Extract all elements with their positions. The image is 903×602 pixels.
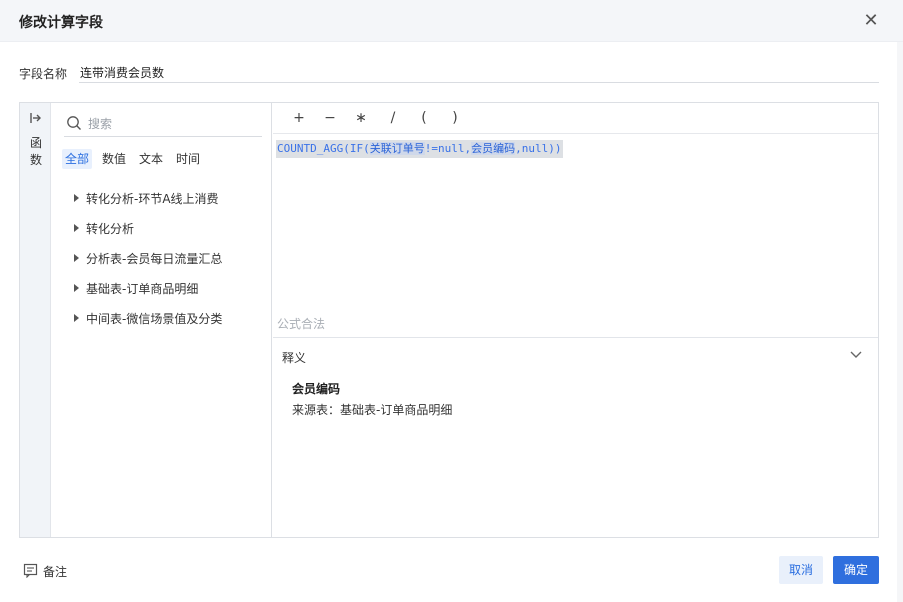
tree-item[interactable]: 转化分析: [52, 213, 272, 243]
formula-panel: 函数 全部 数值 文本 时间 转化分析-环节A线上消费 转化分析: [19, 102, 879, 538]
caret-right-icon[interactable]: [74, 194, 79, 202]
definition-section: 释义 会员编码 来源表：基础表-订单商品明细: [273, 337, 878, 537]
dialog-header: 修改计算字段 ✕: [0, 0, 903, 42]
formula-function-token: COUNTD_AGG(IF(: [277, 142, 370, 155]
cancel-button[interactable]: 取消: [779, 556, 823, 584]
definition-source: 来源表：基础表-订单商品明细: [292, 403, 453, 417]
search-box[interactable]: [64, 113, 262, 137]
plus-operator-button[interactable]: +: [289, 109, 309, 127]
formula-operator-token: !=null,: [424, 142, 472, 155]
formula-editor[interactable]: COUNTD_AGG(IF(关联订单号!=null,会员编码,null)): [273, 135, 878, 335]
tree-item[interactable]: 基础表-订单商品明细: [52, 273, 272, 303]
close-paren-button[interactable]: ): [445, 109, 465, 127]
divide-operator-button[interactable]: /: [383, 109, 403, 127]
definition-field-name: 会员编码: [292, 382, 341, 396]
tree-item[interactable]: 中间表-微信场景值及分类: [52, 303, 272, 333]
formula-editor-pane: + − ∗ / ( ) COUNTD_AGG(IF(关联订单号!=null,会员…: [273, 103, 878, 537]
open-paren-button[interactable]: (: [414, 109, 434, 127]
field-name-row: 字段名称: [19, 62, 879, 84]
tab-time[interactable]: 时间: [174, 149, 202, 169]
tree-item-label: 转化分析-环节A线上消费: [86, 192, 219, 206]
caret-right-icon[interactable]: [74, 254, 79, 262]
caret-right-icon[interactable]: [74, 314, 79, 322]
tab-number[interactable]: 数值: [100, 149, 128, 169]
field-name-input[interactable]: [79, 62, 879, 83]
caret-right-icon[interactable]: [74, 224, 79, 232]
formula-validity-status: 公式合法: [277, 317, 326, 331]
chevron-down-icon[interactable]: [849, 350, 863, 360]
close-icon[interactable]: ✕: [861, 11, 881, 31]
definition-title: 释义: [282, 351, 307, 365]
formula-field-token[interactable]: 关联订单号: [369, 142, 425, 155]
field-browser: 全部 数值 文本 时间 转化分析-环节A线上消费 转化分析 分析表-会员每日流量…: [52, 103, 272, 537]
table-tree: 转化分析-环节A线上消费 转化分析 分析表-会员每日流量汇总 基础表-订单商品明…: [52, 183, 272, 333]
tab-all[interactable]: 全部: [62, 149, 92, 169]
minus-operator-button[interactable]: −: [320, 109, 340, 127]
tree-item-label: 分析表-会员每日流量汇总: [86, 252, 223, 266]
function-side-strip[interactable]: 函数: [20, 103, 51, 537]
search-input[interactable]: [88, 113, 258, 135]
tree-item-label: 基础表-订单商品明细: [86, 282, 199, 296]
tree-item-label: 中间表-微信场景值及分类: [86, 312, 223, 326]
tab-text[interactable]: 文本: [137, 149, 165, 169]
note-icon: [23, 563, 38, 578]
caret-right-icon[interactable]: [74, 284, 79, 292]
tree-item-label: 转化分析: [86, 222, 135, 236]
formula-tail-token: ,null)): [515, 142, 562, 155]
field-name-label: 字段名称: [19, 67, 68, 81]
page-scrollbar[interactable]: [897, 42, 903, 602]
tree-item[interactable]: 转化分析-环节A线上消费: [52, 183, 272, 213]
collapse-arrow-icon[interactable]: [29, 111, 43, 125]
multiply-operator-button[interactable]: ∗: [351, 109, 371, 127]
formula-text[interactable]: COUNTD_AGG(IF(关联订单号!=null,会员编码,null)): [276, 140, 564, 158]
formula-field-token[interactable]: 会员编码: [471, 142, 516, 155]
function-label: 函数: [29, 136, 42, 167]
tree-item[interactable]: 分析表-会员每日流量汇总: [52, 243, 272, 273]
note-label: 备注: [43, 565, 68, 579]
confirm-button[interactable]: 确定: [833, 556, 879, 584]
search-icon: [67, 116, 81, 130]
dialog-title: 修改计算字段: [19, 15, 103, 31]
operator-toolbar: + − ∗ / ( ): [273, 103, 878, 134]
